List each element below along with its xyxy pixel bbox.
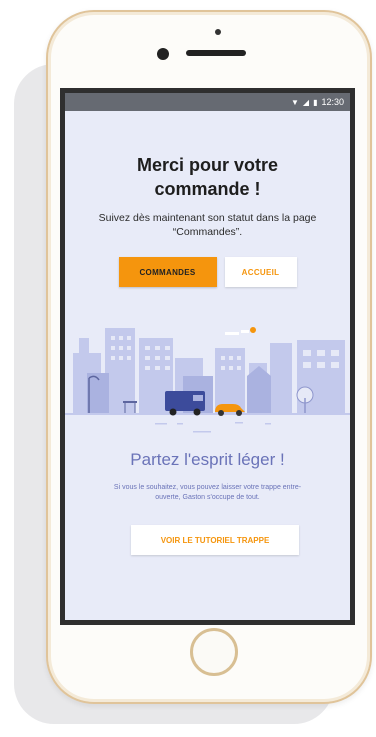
status-time: 12:30 [321, 97, 344, 107]
city-illustration [65, 327, 350, 433]
confirmation-title: Merci pour votre commande ! [136, 155, 279, 199]
info-body: Si vous le souhaitez, vous pouvez laisse… [113, 484, 302, 501]
earpiece-speaker [186, 50, 246, 56]
phone-sensor [215, 29, 221, 35]
phone-frame: ▼ ◢ ▮ 12:30 Merci pour votre commande ! … [46, 10, 372, 704]
phone-home-button [190, 628, 238, 676]
action-buttons: COMMANDES ACCUEIL [65, 257, 350, 287]
orders-button[interactable]: COMMANDES [118, 257, 217, 287]
battery-icon: ▮ [313, 97, 318, 107]
confirmation-subtitle: Suivez dès maintenant son statut dans la… [98, 212, 317, 238]
home-button[interactable]: ACCUEIL [224, 257, 297, 287]
wifi-icon: ▼ [290, 97, 299, 107]
status-bar: ▼ ◢ ▮ 12:30 [65, 93, 350, 111]
tutorial-button[interactable]: VOIR LE TUTORIEL TRAPPE [131, 525, 299, 555]
phone-screen: ▼ ◢ ▮ 12:30 Merci pour votre commande ! … [60, 88, 355, 625]
signal-icon: ◢ [302, 97, 310, 107]
info-heading: Partez l'esprit léger ! [130, 450, 285, 469]
front-camera [157, 48, 169, 60]
